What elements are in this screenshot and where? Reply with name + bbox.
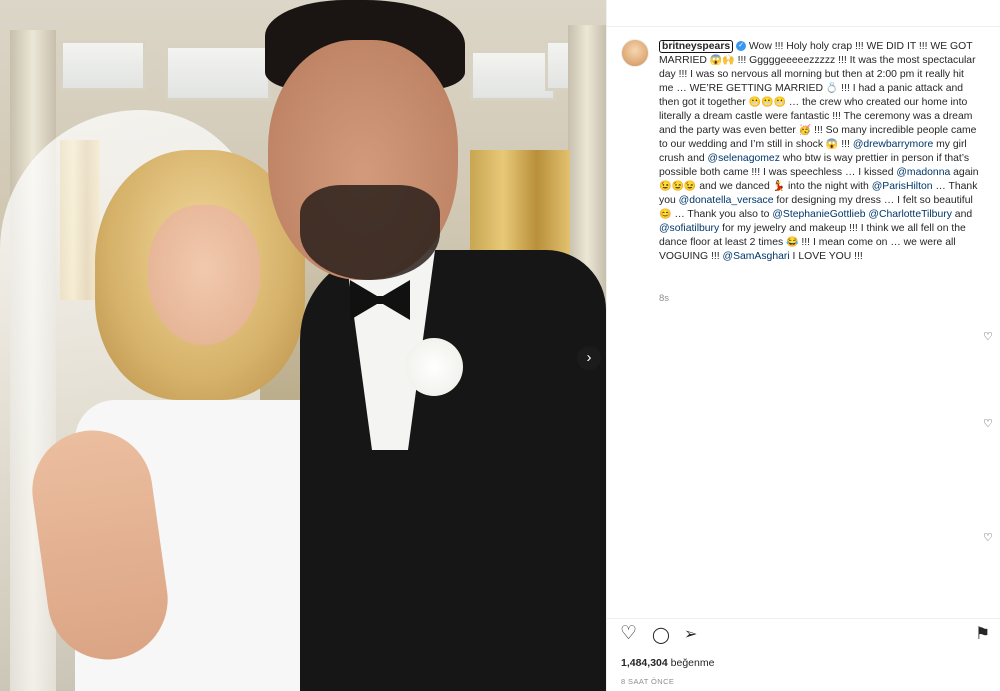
save-bookmark-icon[interactable]: ⚑ [975, 624, 990, 644]
mention-link[interactable]: @drewbarrymore [853, 139, 933, 150]
caption-text-segment: and we danced [696, 181, 773, 192]
emoji: 😊 [659, 209, 672, 220]
mention-link[interactable]: @madonna [896, 167, 950, 178]
background-window [470, 50, 556, 101]
groom-tuxedo [300, 250, 606, 691]
caption-timestamp[interactable]: 8s [659, 293, 669, 304]
mention-link[interactable]: @CharlotteTilbury [868, 209, 952, 220]
caption-text-segment: for designing my dress … I felt so beaut… [773, 195, 973, 206]
emoji: 😱 [825, 139, 839, 150]
mention-link[interactable]: @StephanieGottlieb [772, 209, 865, 220]
emoji: 😂 [786, 237, 799, 248]
caption-text-segment: … Thank you also to [671, 209, 773, 220]
bride-face [148, 205, 260, 345]
emoji: 💃 [772, 181, 786, 192]
emoji: 😬😬😬 [748, 97, 786, 108]
comment-like-heart-icon[interactable]: ♡ [983, 417, 993, 430]
groom-beard [300, 185, 440, 280]
caption-text-segment: again [950, 167, 979, 178]
avatar[interactable] [621, 39, 649, 67]
background-window [60, 40, 146, 91]
mention-link[interactable]: @sofiatilbury [659, 223, 719, 234]
mention-link[interactable]: @ParisHilton [872, 181, 933, 192]
caption-text-segment: into the night with [785, 181, 872, 192]
caption-text-segment: and [951, 209, 973, 220]
post-caption: britneyspears ✓ Wow !!! Holy holy crap !… [659, 40, 981, 264]
background-window [165, 45, 271, 101]
emoji: 💍 [825, 83, 839, 94]
username-link[interactable]: britneyspears [659, 40, 734, 53]
comments-scroll-area[interactable]: britneyspears ✓ Wow !!! Holy holy crap !… [607, 27, 1000, 607]
likes-label: beğenme [670, 657, 715, 669]
likes-number: 1,484,304 [621, 657, 668, 669]
caption-text: Wow !!! Holy holy crap !!! WE DID IT !!!… [659, 41, 979, 262]
chevron-right-icon: › [586, 349, 592, 366]
post-photo[interactable]: › [0, 0, 606, 691]
comment-icon[interactable]: ◯ [652, 626, 670, 646]
emoji: 😱🙌 [709, 55, 735, 66]
mention-link[interactable]: @donatella_versace [679, 195, 774, 206]
verified-badge-icon: ✓ [736, 41, 747, 52]
post-time-ago[interactable]: 8 SAAT ÖNCE [621, 677, 674, 686]
panel-top-strip [607, 0, 1000, 27]
like-heart-icon[interactable]: ♡ [620, 624, 637, 644]
mention-link[interactable]: @SamAsghari [723, 251, 790, 262]
emoji: 🥳 [798, 125, 812, 136]
action-bar: ♡ ◯ ➢ ⚑ [607, 618, 1000, 647]
emoji: 😉😉😉 [659, 181, 697, 192]
carousel-next-button[interactable]: › [577, 346, 601, 370]
mention-link[interactable]: @selenagomez [708, 153, 780, 164]
caption-text-segment: !!! [838, 139, 853, 150]
share-icon[interactable]: ➢ [684, 625, 697, 645]
boutonniere [405, 338, 463, 396]
comment-like-heart-icon[interactable]: ♡ [983, 531, 993, 544]
comment-like-heart-icon[interactable]: ♡ [983, 330, 993, 343]
post-side-panel: britneyspears ✓ Wow !!! Holy holy crap !… [606, 0, 1000, 691]
likes-count[interactable]: 1,484,304 beğenme [621, 657, 714, 669]
caption-text-segment: I LOVE YOU !!! [789, 251, 863, 262]
